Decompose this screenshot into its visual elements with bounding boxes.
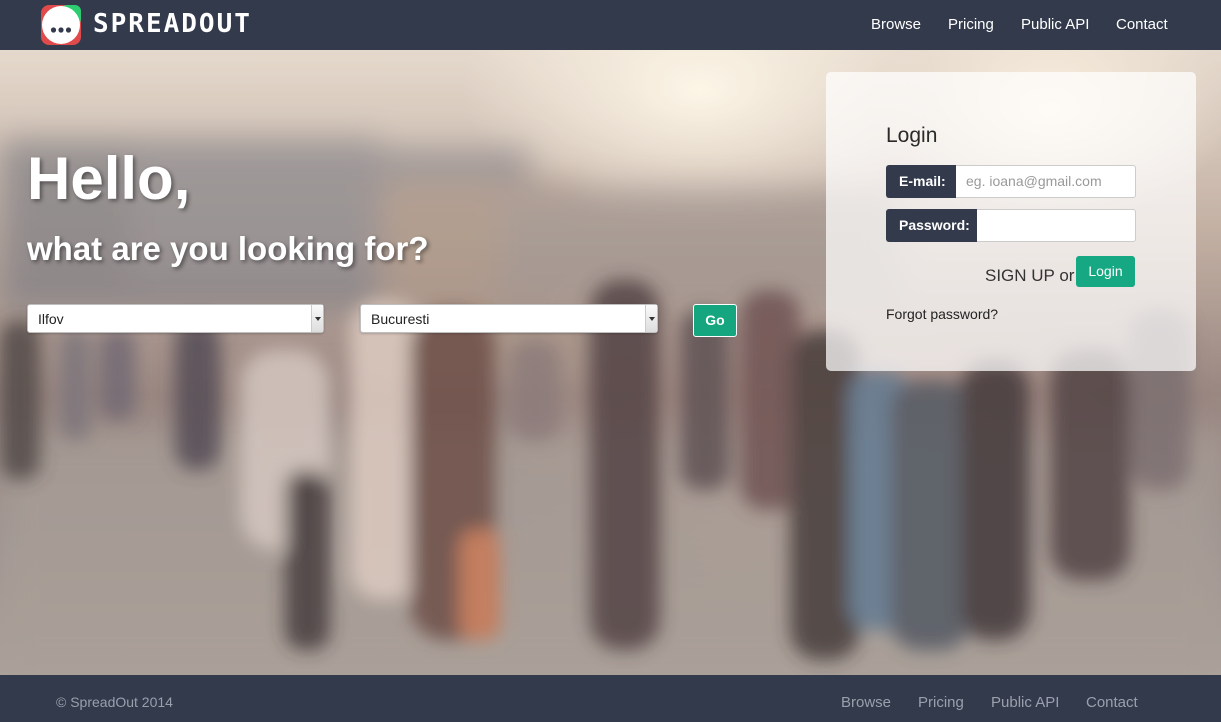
brand-name[interactable]: SPREADOUT xyxy=(93,9,252,39)
hero-subtitle: what are you looking for? xyxy=(27,230,429,267)
speech-bubble-logo-icon[interactable] xyxy=(41,5,81,45)
city-select-value: Bucuresti xyxy=(371,311,430,327)
hero-title: Hello, xyxy=(27,145,191,212)
forgot-password-link[interactable]: Forgot password? xyxy=(886,306,998,322)
signup-link[interactable]: SIGN UP or xyxy=(985,266,1074,286)
city-select[interactable]: Bucuresti xyxy=(360,304,658,333)
footer: © SpreadOut 2014 Browse Pricing Public A… xyxy=(0,675,1221,722)
nav-contact-link[interactable]: Contact xyxy=(1116,16,1168,33)
email-placeholder: eg. ioana@gmail.com xyxy=(966,173,1102,189)
password-label: Password: xyxy=(886,209,977,242)
nav-browse-link[interactable]: Browse xyxy=(871,16,921,33)
password-field[interactable] xyxy=(977,209,1136,242)
county-select-value: Ilfov xyxy=(38,311,64,327)
nav-public-api-link[interactable]: Public API xyxy=(1021,16,1089,33)
top-navbar: SPREADOUT Browse Pricing Public API Cont… xyxy=(0,0,1221,50)
copyright-text: © SpreadOut 2014 xyxy=(56,694,173,710)
footer-contact-link[interactable]: Contact xyxy=(1086,694,1138,711)
footer-browse-link[interactable]: Browse xyxy=(841,694,891,711)
login-title: Login xyxy=(886,124,938,147)
footer-public-api-link[interactable]: Public API xyxy=(991,694,1059,711)
email-field[interactable]: eg. ioana@gmail.com xyxy=(956,165,1136,198)
go-button[interactable]: Go xyxy=(693,304,737,337)
chevron-down-icon xyxy=(311,305,323,332)
footer-pricing-link[interactable]: Pricing xyxy=(918,694,964,711)
county-select[interactable]: Ilfov xyxy=(27,304,324,333)
login-button[interactable]: Login xyxy=(1076,256,1135,287)
chevron-down-icon xyxy=(645,305,657,332)
email-label: E-mail: xyxy=(886,165,956,198)
nav-pricing-link[interactable]: Pricing xyxy=(948,16,994,33)
